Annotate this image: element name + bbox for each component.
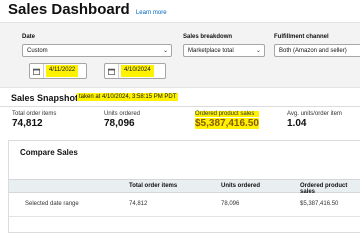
date-range-select[interactable]: Custom ⌄	[22, 44, 172, 57]
column-header: Total order items	[129, 183, 178, 189]
page-title-text: Sales Dashboard	[8, 1, 130, 18]
metric-value: 78,096	[104, 118, 135, 129]
metric-value: 1.04	[287, 118, 307, 129]
date-range-value: Custom	[27, 48, 48, 54]
metric-total-order-items: Total order items 74,812	[12, 111, 56, 129]
end-date-field[interactable]: 4/10/2024	[104, 63, 166, 79]
compare-title: Compare Sales	[20, 148, 78, 157]
table-cell: $5,387,416.50	[300, 201, 339, 207]
calendar-icon[interactable]	[105, 64, 119, 78]
table-row: Selected date range 74,812 78,096 $5,387…	[9, 193, 360, 217]
chevron-down-icon: ⌄	[255, 48, 261, 54]
channel-value: Both (Amazon and seller)	[279, 48, 347, 54]
end-date-value: 4/10/2024	[121, 65, 154, 77]
metric-units-ordered: Units ordered 78,096	[104, 111, 140, 129]
chevron-down-icon: ⌄	[162, 48, 168, 54]
metric-label: Units ordered	[104, 111, 141, 117]
start-date-value: 4/11/2022	[46, 65, 79, 77]
metric-value: $5,387,416.50	[195, 118, 259, 129]
sales-breakdown-select[interactable]: Marketplace total ⌄	[183, 44, 265, 57]
metric-label: Total order items	[12, 111, 57, 117]
metric-label: Ordered product sales	[195, 111, 259, 117]
column-header: Units ordered	[221, 183, 261, 189]
filter-panel: Date Custom ⌄ 4/11/2022 4/10/2024 Sales …	[0, 22, 360, 88]
snapshot-timestamp: taken at 4/10/2024, 3:58:15 PM PDT	[77, 93, 179, 101]
breakdown-value: Marketplace total	[188, 48, 234, 54]
calendar-icon[interactable]	[30, 64, 44, 78]
date-label: Date	[22, 34, 36, 40]
metric-avg-units: Avg. units/order item 1.04	[287, 111, 342, 129]
metric-ordered-product-sales: Ordered product sales $5,387,416.50	[195, 111, 259, 129]
start-date-field[interactable]: 4/11/2022	[29, 63, 87, 79]
fulfillment-channel-select[interactable]: Both (Amazon and seller)	[274, 44, 360, 57]
snapshot-title: Sales Snapshot	[11, 93, 79, 103]
breakdown-label: Sales breakdown	[183, 34, 233, 40]
learn-more-link[interactable]: Learn more	[136, 10, 167, 16]
divider	[0, 106, 360, 107]
row-label: Selected date range	[25, 201, 79, 207]
metric-value: 74,812	[12, 118, 43, 129]
channel-label: Fulfillment channel	[274, 34, 329, 40]
table-cell: 74,812	[129, 201, 148, 207]
compare-table-header: Total order items Units ordered Ordered …	[9, 179, 360, 195]
compare-sales-card: Compare Sales Total order items Units or…	[8, 140, 360, 233]
page-title: Sales Dashboard Learn more	[8, 1, 167, 18]
metric-label: Avg. units/order item	[287, 111, 342, 117]
table-cell: 78,096	[221, 201, 240, 207]
